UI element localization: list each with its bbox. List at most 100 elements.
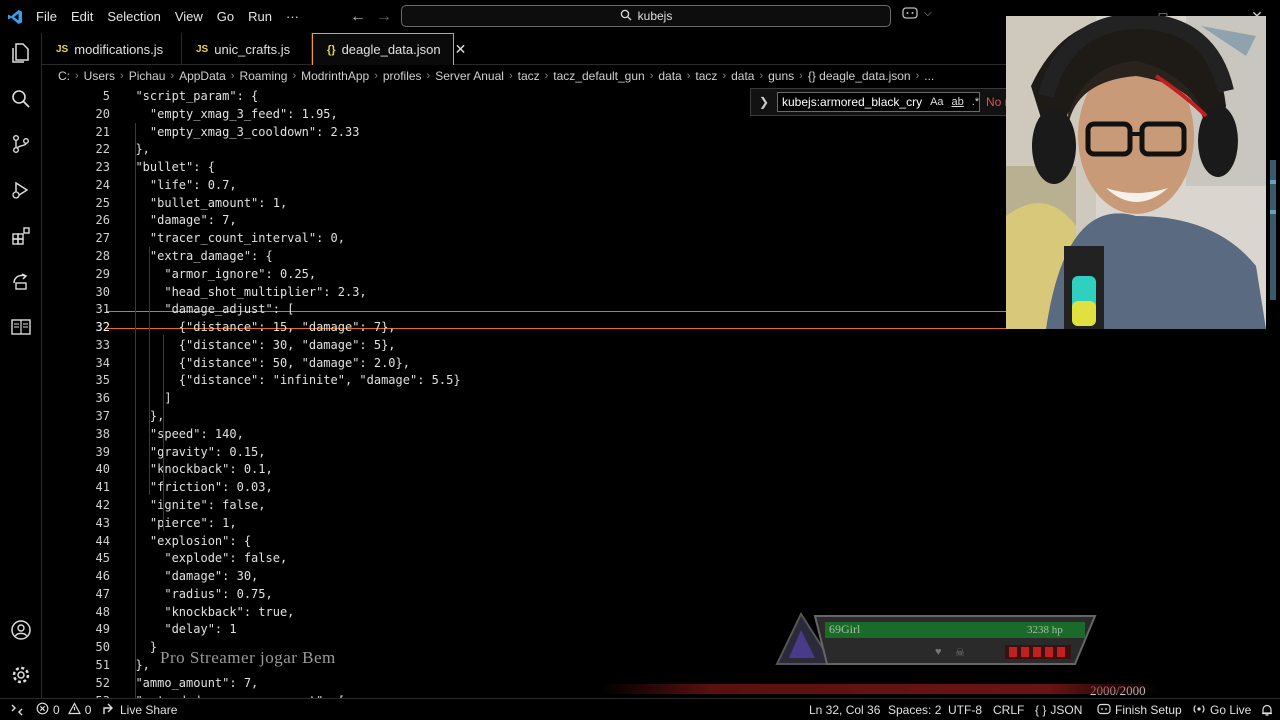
toggle-replace-chevron-icon[interactable]: ❯: [759, 95, 771, 109]
breadcrumb-segment[interactable]: {} deagle_data.json: [808, 69, 911, 83]
menu-selection[interactable]: Selection: [100, 0, 167, 33]
code-line[interactable]: 40 "knockback": 0.1,: [42, 460, 1006, 478]
code-line[interactable]: 44 "explosion": {: [42, 532, 1006, 550]
code-text: }: [121, 640, 158, 655]
menu-file[interactable]: File: [29, 0, 64, 33]
line-number: 36: [95, 391, 110, 406]
copilot-icon[interactable]: [902, 6, 918, 23]
code-line[interactable]: 33 {"distance": 30, "damage": 5},: [42, 336, 1006, 354]
remote-indicator-icon[interactable]: [10, 699, 24, 720]
indent-guide: [163, 335, 164, 531]
code-line[interactable]: 22 },: [42, 140, 1006, 158]
remote-explorer-icon[interactable]: [7, 268, 35, 296]
code-line[interactable]: 45 "explode": false,: [42, 549, 1006, 567]
code-text: "damage_adjust": [: [121, 302, 295, 317]
code-line[interactable]: 23 "bullet": {: [42, 158, 1006, 176]
error-count: 0: [53, 703, 60, 717]
line-number: 25: [95, 195, 110, 210]
code-line[interactable]: 24 "life": 0.7,: [42, 176, 1006, 194]
tab-deagle-data-json[interactable]: {} deagle_data.json ✕: [312, 33, 466, 65]
command-center-search[interactable]: kubejs: [401, 5, 891, 27]
breadcrumb-separator-icon: ›: [544, 70, 549, 82]
code-line[interactable]: 30 "head_shot_multiplier": 2.3,: [42, 283, 1006, 301]
search-icon[interactable]: [7, 85, 35, 113]
indentation-setting[interactable]: Spaces: 2: [888, 699, 941, 720]
finish-setup-button[interactable]: Finish Setup: [1097, 699, 1182, 720]
live-share-button[interactable]: Live Share: [102, 699, 177, 720]
chevron-down-icon[interactable]: ⌵: [924, 8, 932, 23]
code-line[interactable]: 39 "gravity": 0.15,: [42, 443, 1006, 461]
code-line[interactable]: 41 "friction": 0.03,: [42, 478, 1006, 496]
code-line[interactable]: 46 "damage": 30,: [42, 567, 1006, 585]
code-line[interactable]: 36 ]: [42, 389, 1006, 407]
code-line[interactable]: 26 "damage": 7,: [42, 211, 1006, 229]
menu-more[interactable]: ···: [279, 0, 306, 33]
code-line[interactable]: 38 "speed": 140,: [42, 425, 1006, 443]
breadcrumb-segment[interactable]: C:: [58, 69, 70, 83]
back-arrow-icon[interactable]: ←: [346, 8, 370, 26]
encoding-setting[interactable]: UTF-8: [948, 699, 982, 720]
source-control-icon[interactable]: [7, 130, 35, 158]
regex-toggle[interactable]: .*: [972, 96, 979, 108]
breadcrumb-segment[interactable]: tacz: [695, 69, 717, 83]
code-line[interactable]: 27 "tracer_count_interval": 0,: [42, 229, 1006, 247]
run-debug-icon[interactable]: [7, 176, 35, 204]
breadcrumb-segment[interactable]: data: [658, 69, 681, 83]
health-bar-strip: [600, 684, 1160, 694]
settings-gear-icon[interactable]: [7, 661, 35, 689]
breadcrumb-separator-icon: ›: [915, 70, 920, 82]
search-icon: [620, 9, 632, 24]
go-live-button[interactable]: Go Live: [1192, 699, 1251, 720]
code-line[interactable]: 28 "extra_damage": {: [42, 247, 1006, 265]
language-mode[interactable]: { } JSON: [1035, 699, 1082, 720]
tab-modifications-js[interactable]: JS modifications.js: [42, 33, 182, 65]
code-line[interactable]: 34 {"distance": 50, "damage": 2.0},: [42, 354, 1006, 372]
account-icon[interactable]: [7, 616, 35, 644]
breadcrumb-segment[interactable]: AppData: [179, 69, 226, 83]
breadcrumb-segment[interactable]: ModrinthApp: [301, 69, 369, 83]
menu-run[interactable]: Run: [241, 0, 279, 33]
code-line[interactable]: 32 {"distance": 15, "damage": 7},: [42, 318, 1006, 336]
breadcrumb-segment[interactable]: Server Anual: [435, 69, 504, 83]
breadcrumb-segment[interactable]: Roaming: [239, 69, 287, 83]
code-line[interactable]: 25 "bullet_amount": 1,: [42, 194, 1006, 212]
code-line[interactable]: 37 },: [42, 407, 1006, 425]
notifications-bell-icon[interactable]: [1260, 699, 1274, 720]
code-line[interactable]: 43 "pierce": 1,: [42, 514, 1006, 532]
code-line[interactable]: 31 "damage_adjust": [: [42, 300, 1006, 318]
breadcrumb-segment[interactable]: Users: [84, 69, 115, 83]
breadcrumb-segment[interactable]: Pichau: [129, 69, 166, 83]
menu-go[interactable]: Go: [210, 0, 241, 33]
line-number: 30: [95, 284, 110, 299]
reader-icon[interactable]: [7, 313, 35, 341]
match-word-toggle[interactable]: ab: [952, 96, 964, 108]
code-line[interactable]: 35 {"distance": "infinite", "damage": 5.…: [42, 371, 1006, 389]
menu-edit[interactable]: Edit: [64, 0, 100, 33]
code-line[interactable]: 21 "empty_xmag_3_cooldown": 2.33: [42, 123, 1006, 141]
breadcrumb-segment[interactable]: tacz_default_gun: [553, 69, 644, 83]
match-case-toggle[interactable]: Aa: [930, 96, 943, 108]
menu-view[interactable]: View: [168, 0, 210, 33]
eol-setting[interactable]: CRLF: [993, 699, 1024, 720]
tab-unic-crafts-js[interactable]: JS unic_crafts.js: [182, 33, 312, 65]
code-line[interactable]: 29 "armor_ignore": 0.25,: [42, 265, 1006, 283]
problems-indicator[interactable]: 0 0: [36, 699, 91, 720]
live-share-icon: [102, 702, 116, 719]
forward-arrow-icon[interactable]: →: [372, 8, 396, 26]
close-tab-icon[interactable]: ✕: [455, 41, 467, 58]
breadcrumb-segment[interactable]: data: [731, 69, 754, 83]
code-text: "head_shot_multiplier": 2.3,: [121, 284, 367, 299]
breadcrumb-segment[interactable]: profiles: [383, 69, 422, 83]
breadcrumb-separator-icon: ›: [759, 70, 764, 82]
code-line[interactable]: 47 "radius": 0.75,: [42, 585, 1006, 603]
cursor-position[interactable]: Ln 32, Col 36: [809, 699, 880, 720]
explorer-icon[interactable]: [7, 39, 35, 67]
breadcrumb-segment[interactable]: guns: [768, 69, 794, 83]
editor-scrollbar[interactable]: [1268, 160, 1278, 300]
code-line[interactable]: 42 "ignite": false,: [42, 496, 1006, 514]
breadcrumb-segment[interactable]: tacz: [518, 69, 540, 83]
find-input[interactable]: kubejs:armored_black_cry Aa ab .*: [777, 92, 980, 112]
code-editor[interactable]: 5 "script_param": {20 "empty_xmag_3_feed…: [42, 87, 1006, 698]
breadcrumb-segment[interactable]: ...: [924, 69, 934, 83]
extensions-icon[interactable]: [7, 222, 35, 250]
